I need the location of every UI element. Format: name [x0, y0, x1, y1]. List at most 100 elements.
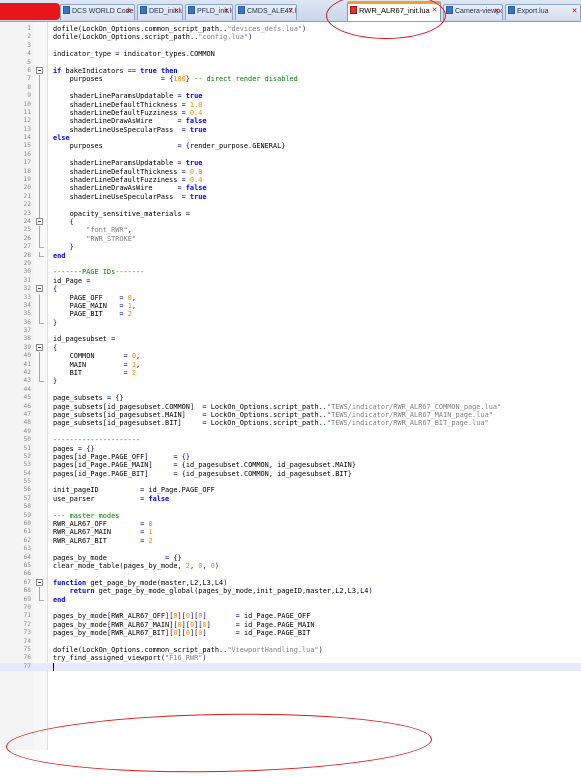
fold-minus-icon[interactable] [36, 66, 44, 75]
code-line[interactable]: 39 { [0, 343, 581, 352]
close-icon[interactable]: ✕ [223, 8, 230, 15]
code-area[interactable]: 1 dofile(LockOn_Options.common_script_pat… [0, 25, 581, 672]
code-line[interactable]: 15 purposes = {render_purpose.GENERAL} [0, 142, 581, 152]
code-text[interactable]: pages[id_Page.PAGE_MAIN] = {id_pagesubse… [53, 461, 356, 469]
code-text[interactable]: PAGE_BIT = 2 [53, 310, 132, 318]
code-text[interactable]: { [53, 218, 74, 226]
close-icon[interactable]: ✕ [125, 8, 132, 15]
code-line[interactable]: 25 "font_RWR", [0, 226, 581, 236]
code-line[interactable]: 63 [0, 545, 581, 553]
code-line[interactable]: 41 MAIN = 1, [0, 360, 581, 370]
code-text[interactable]: id_Page = [53, 277, 90, 285]
code-editor[interactable]: 1 dofile(LockOn_Options.common_script_pat… [0, 22, 581, 776]
code-line[interactable]: 17 shaderLineParamsUpdatable = true [0, 159, 581, 169]
code-line[interactable]: 67 function get_page_by_mode(master,L2,L3… [0, 578, 581, 587]
close-icon[interactable]: ✕ [571, 8, 578, 15]
code-line[interactable]: 73 pages_by_mode[RWR_ALR67_BIT][0][0][0] … [0, 629, 581, 637]
code-text[interactable]: COMMON = 0, [53, 352, 141, 360]
code-text[interactable]: return get_page_by_mode_global(pages_by_… [53, 587, 373, 595]
code-line[interactable]: 45 page_subsets = {} [0, 394, 581, 402]
code-text[interactable]: --- master modes [53, 512, 119, 520]
code-line[interactable]: 57 use_parser = false [0, 495, 581, 503]
code-line[interactable]: 34 PAGE_MAIN = 1, [0, 301, 581, 311]
code-text[interactable]: indicator_type = indicator_types.COMMON [53, 50, 215, 58]
code-line[interactable]: 10 shaderLineDefaultThickness = 1.8 [0, 100, 581, 110]
fold-minus-icon[interactable] [36, 285, 44, 293]
code-text[interactable]: RWR_ALR67_BIT = 2 [53, 537, 153, 545]
code-line[interactable]: 56 init_pageID = id_Page.PAGE_OFF [0, 486, 581, 494]
code-line[interactable]: 1 dofile(LockOn_Options.common_script_pat… [0, 25, 581, 33]
code-line[interactable]: 75 dofile(LockOn_Options.common_script_pa… [0, 646, 581, 654]
code-text[interactable]: dofile(LockOn_Options.script_path.."conf… [53, 33, 252, 41]
code-line[interactable]: 27 } [0, 243, 581, 251]
code-line[interactable]: 13 shaderLineUseSpecularPass = true [0, 125, 581, 135]
code-text[interactable]: pages = {} [53, 445, 95, 453]
code-line[interactable]: 8 [0, 83, 581, 93]
code-line[interactable]: 38 id_pagesubset = [0, 335, 581, 343]
tab-1[interactable]: DCS WORLD Code compiler✕ [60, 4, 135, 20]
code-line[interactable]: 55 [0, 478, 581, 486]
code-line[interactable]: 71 pages_by_mode[RWR_ALR67_OFF][0][0][0] … [0, 612, 581, 620]
code-line[interactable]: 42 BIT = 2 [0, 369, 581, 378]
code-line[interactable]: 60 RWR_ALR67_OFF = 0 [0, 520, 581, 528]
code-text[interactable]: clear_mode_table(pages_by_mode, 2, 0, 0) [53, 562, 219, 570]
code-line[interactable]: 21 shaderLineUseSpecularPass = true [0, 192, 581, 202]
code-line[interactable]: 70 [0, 604, 581, 612]
code-line[interactable]: 29 [0, 260, 581, 268]
code-text[interactable]: shaderLineDrawAsWire = false [53, 117, 207, 125]
code-line[interactable]: 54 pages[id_Page.PAGE_BIT] = {id_pagesubs… [0, 470, 581, 478]
code-text[interactable]: shaderLineDefaultFuzziness = 0.4 [53, 176, 203, 184]
code-line[interactable]: 3 [0, 42, 581, 50]
code-line[interactable]: 35 PAGE_BIT = 2 [0, 310, 581, 320]
code-line[interactable]: 2 dofile(LockOn_Options.script_path.."con… [0, 33, 581, 41]
code-line[interactable]: 49 [0, 428, 581, 436]
code-text[interactable]: shaderLineDefaultFuzziness = 0.4 [53, 109, 203, 117]
code-line[interactable]: 37 [0, 327, 581, 335]
code-line[interactable]: 65 clear_mode_table(pages_by_mode, 2, 0, … [0, 562, 581, 570]
code-line[interactable]: 24 { [0, 217, 581, 226]
code-text[interactable]: BIT = 2 [53, 369, 136, 377]
code-line[interactable]: 72 pages_by_mode[RWR_ALR67_MAIN][0][0][0]… [0, 621, 581, 629]
code-line[interactable]: 36} [0, 318, 581, 327]
code-line[interactable]: 22 [0, 201, 581, 211]
code-text[interactable]: shaderLineParamsUpdatable = true [53, 92, 203, 100]
code-line[interactable]: 20 shaderLineDrawAsWire = false [0, 184, 581, 194]
code-line[interactable]: 58 [0, 503, 581, 511]
code-text[interactable]: "RWR_STROKE" [53, 235, 136, 243]
code-line[interactable]: 5 [0, 59, 581, 67]
code-line[interactable]: 52 pages[id_Page.PAGE_OFF] = {} [0, 453, 581, 461]
code-line[interactable]: 4 indicator_type = indicator_types.COMMON [0, 50, 581, 58]
code-text[interactable]: PAGE_MAIN = 1, [53, 302, 136, 310]
code-line[interactable]: 32 { [0, 285, 581, 293]
code-line[interactable]: 18 shaderLineDefaultThickness = 0.8 [0, 167, 581, 177]
code-line[interactable]: 31 id_Page = [0, 277, 581, 285]
code-line[interactable]: 69 end [0, 595, 581, 604]
code-text[interactable]: end [53, 252, 65, 260]
code-text[interactable]: pages_by_mode = {} [53, 554, 182, 562]
code-text[interactable]: init_pageID = id_Page.PAGE_OFF [53, 486, 215, 494]
tab-6[interactable]: Camera-viewports.lua✕ [443, 4, 503, 20]
code-text[interactable]: PAGE_OFF = 0, [53, 294, 136, 302]
code-text[interactable]: pages[id_Page.PAGE_OFF] = {} [53, 453, 190, 461]
code-text[interactable]: function get_page_by_mode(master,L2,L3,L… [53, 579, 227, 587]
code-text[interactable]: shaderLineUseSpecularPass = true [53, 126, 207, 134]
tab-2[interactable]: DED_init.lua✕ [137, 4, 183, 20]
code-line[interactable]: 30 -------PAGE IDs------- [0, 268, 581, 276]
code-text[interactable]: shaderLineDefaultThickness = 1.8 [53, 101, 203, 109]
code-line[interactable]: 64 pages_by_mode = {} [0, 554, 581, 562]
code-line[interactable]: 26 "RWR_STROKE" [0, 234, 581, 244]
code-line[interactable]: 62 RWR_ALR67_BIT = 2 [0, 537, 581, 545]
code-text[interactable]: shaderLineUseSpecularPass = true [53, 193, 207, 201]
code-text[interactable]: end [53, 596, 65, 604]
code-line[interactable]: 61 RWR_ALR67_MAIN = 1 [0, 528, 581, 536]
code-text[interactable]: if bakeIndicators == true then [53, 67, 178, 75]
code-text[interactable]: page_subsets = {} [53, 394, 124, 402]
code-line[interactable]: 33 PAGE_OFF = 0, [0, 293, 581, 303]
code-line[interactable]: 46 page_subsets[id_pagesubset.COMMON] = L… [0, 403, 581, 411]
code-text[interactable]: shaderLineDefaultThickness = 0.8 [53, 168, 203, 176]
code-line[interactable]: 6 if bakeIndicators == true then [0, 66, 581, 75]
close-icon[interactable]: ✕ [173, 8, 180, 15]
code-text[interactable]: } [53, 319, 57, 327]
code-line[interactable]: 16 [0, 150, 581, 160]
code-text[interactable]: pages_by_mode[RWR_ALR67_BIT][0][0][0] = … [53, 629, 310, 637]
